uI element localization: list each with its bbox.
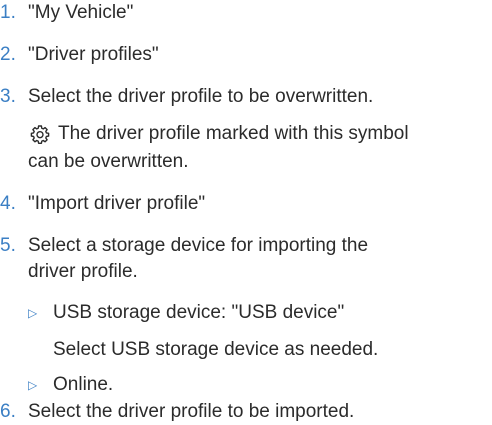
step-text: "My Vehicle" <box>28 2 134 23</box>
step-text: "Import driver profile" <box>28 193 206 214</box>
step-text: Select a storage device for importing th… <box>28 235 369 256</box>
triangle-bullet-icon: ▷ <box>28 378 38 392</box>
step-number: 2. <box>0 44 16 65</box>
instruction-list: 1. "My Vehicle" 2. "Driver profiles" 3. … <box>0 0 492 425</box>
step-text: "Driver profiles" <box>28 44 159 65</box>
triangle-bullet-icon: ▷ <box>28 306 38 320</box>
gear-icon <box>30 124 50 144</box>
step-text: driver profile. <box>28 261 138 282</box>
step-text: Select the driver profile to be imported… <box>28 401 355 422</box>
substep-text: USB storage device: "USB device" <box>53 302 345 323</box>
step-text: Select the driver profile to be overwrit… <box>28 86 374 107</box>
step-number: 6. <box>0 401 16 422</box>
step-number: 3. <box>0 86 16 107</box>
note-text: The driver profile marked with this symb… <box>58 123 409 144</box>
note-text: can be overwritten. <box>28 151 189 172</box>
step-number: 1. <box>0 2 16 23</box>
substep-text: Online. <box>53 374 114 395</box>
substep-detail: Select USB storage device as needed. <box>53 339 379 360</box>
step-number: 5. <box>0 235 16 256</box>
step-number: 4. <box>0 193 16 214</box>
